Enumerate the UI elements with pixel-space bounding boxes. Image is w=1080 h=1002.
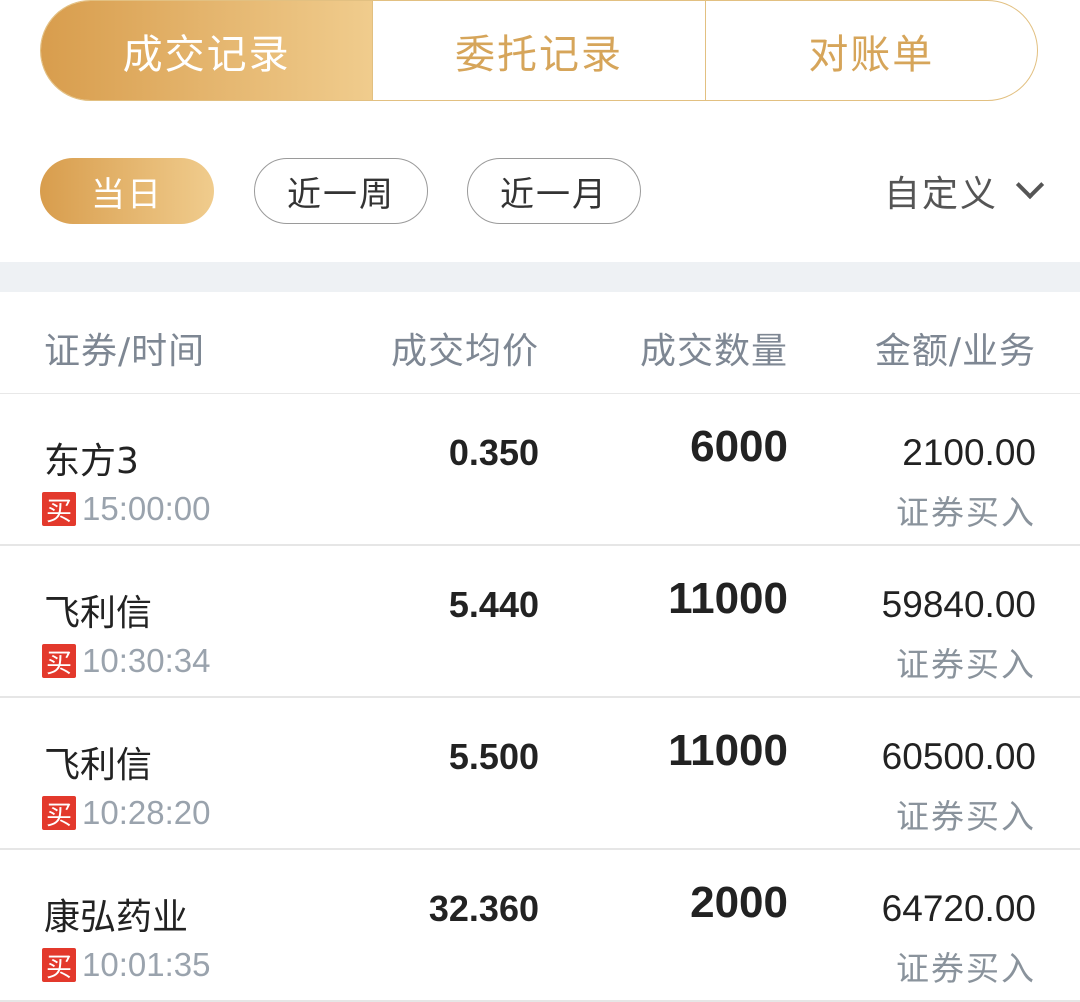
period-month-button[interactable]: 近一月 bbox=[467, 158, 641, 224]
trade-side-time: 买 15:00:00 bbox=[42, 490, 210, 528]
business-type: 证券买入 bbox=[896, 797, 1036, 836]
business-type: 证券买入 bbox=[896, 645, 1036, 684]
tab-statement[interactable]: 对账单 bbox=[704, 1, 1037, 100]
tab-trade-records[interactable]: 成交记录 bbox=[41, 1, 373, 100]
trade-time: 10:30:34 bbox=[82, 642, 211, 679]
security-name: 康弘药业 bbox=[44, 897, 189, 938]
buy-badge: 买 bbox=[42, 644, 76, 679]
custom-period-dropdown[interactable]: 自定义 bbox=[883, 158, 1045, 224]
chevron-down-icon bbox=[1015, 170, 1045, 200]
trade-side-time: 买 10:28:20 bbox=[42, 794, 210, 832]
period-today-button[interactable]: 当日 bbox=[40, 158, 214, 224]
trade-amount: 2100.00 bbox=[902, 432, 1036, 473]
avg-price: 5.440 bbox=[448, 584, 539, 625]
table-header: 证券/时间 成交均价 成交数量 金额/业务 bbox=[0, 292, 1080, 394]
period-week-button[interactable]: 近一周 bbox=[254, 158, 428, 224]
trade-time: 10:01:35 bbox=[82, 946, 211, 983]
security-name: 飞利信 bbox=[44, 745, 153, 786]
table-row[interactable]: 飞利信 买 10:28:20 5.500 11000 60500.00 证券买入 bbox=[0, 698, 1080, 850]
trade-time: 10:28:20 bbox=[82, 794, 211, 831]
trade-side-time: 买 10:30:34 bbox=[42, 642, 210, 680]
buy-badge: 买 bbox=[42, 492, 76, 527]
buy-badge: 买 bbox=[42, 796, 76, 831]
table-row[interactable]: 飞利信 买 10:30:34 5.440 11000 59840.00 证券买入 bbox=[0, 546, 1080, 698]
tab-order-records[interactable]: 委托记录 bbox=[372, 1, 704, 100]
trade-quantity: 11000 bbox=[668, 726, 788, 775]
trade-amount: 59840.00 bbox=[881, 584, 1036, 625]
section-divider bbox=[0, 262, 1080, 292]
security-name: 东方3 bbox=[44, 441, 139, 482]
trade-amount: 64720.00 bbox=[881, 888, 1036, 929]
trade-time: 15:00:00 bbox=[82, 490, 211, 527]
trade-quantity: 2000 bbox=[690, 878, 788, 927]
avg-price: 5.500 bbox=[448, 736, 539, 777]
period-filter: 当日 近一周 近一月 自定义 bbox=[0, 158, 1080, 226]
avg-price: 32.360 bbox=[428, 888, 539, 929]
custom-period-label: 自定义 bbox=[883, 174, 998, 215]
table-row[interactable]: 东方3 买 15:00:00 0.350 6000 2100.00 证券买入 bbox=[0, 394, 1080, 546]
business-type: 证券买入 bbox=[896, 493, 1036, 532]
security-name: 飞利信 bbox=[44, 593, 153, 634]
trade-quantity: 6000 bbox=[690, 422, 788, 471]
table-row[interactable]: 康弘药业 买 10:01:35 32.360 2000 64720.00 证券买… bbox=[0, 850, 1080, 1002]
buy-badge: 买 bbox=[42, 948, 76, 983]
trade-quantity: 11000 bbox=[668, 574, 788, 623]
avg-price: 0.350 bbox=[448, 432, 539, 473]
header-security-time: 证券/时间 bbox=[44, 331, 206, 372]
header-amount-business: 金额/业务 bbox=[874, 331, 1036, 372]
header-quantity: 成交数量 bbox=[639, 331, 788, 372]
trade-amount: 60500.00 bbox=[881, 736, 1036, 777]
business-type: 证券买入 bbox=[896, 949, 1036, 988]
record-type-tabs: 成交记录 委托记录 对账单 bbox=[40, 0, 1038, 101]
trade-side-time: 买 10:01:35 bbox=[42, 946, 210, 984]
header-avg-price: 成交均价 bbox=[390, 331, 539, 372]
